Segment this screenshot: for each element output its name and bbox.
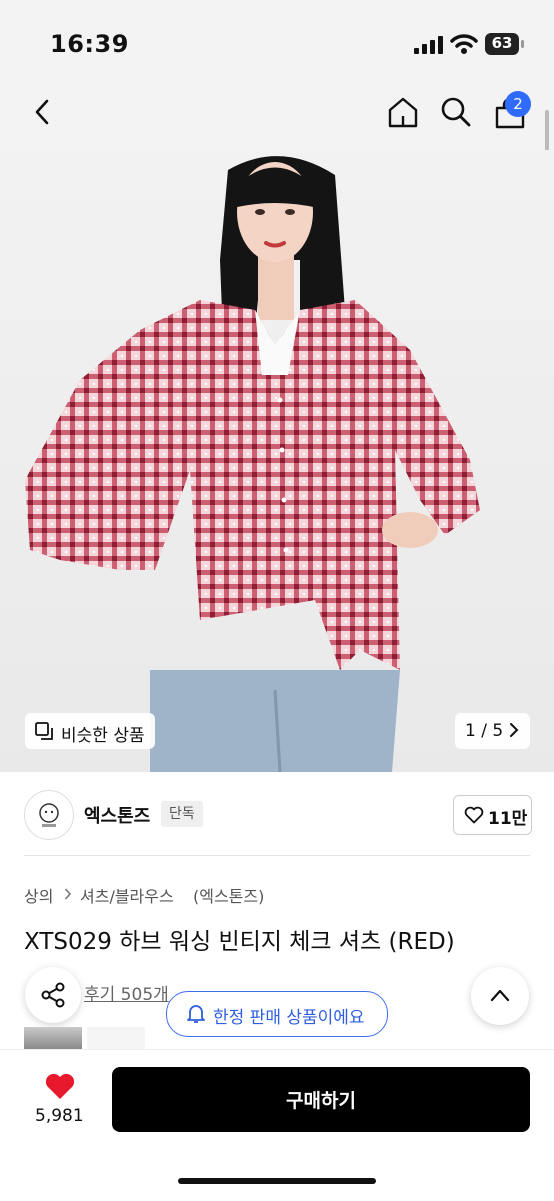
brand-like-button[interactable]: 11만	[453, 795, 532, 835]
heart-icon[interactable]	[44, 1072, 76, 1100]
brand-logo-mark	[39, 803, 59, 827]
product-image[interactable]	[0, 150, 554, 772]
limited-sale-label: 한정 판매 상품이에요	[213, 1008, 365, 1028]
pager-label: 1 / 5	[465, 721, 504, 741]
image-pager[interactable]: 1 / 5	[455, 713, 530, 749]
breadcrumb-chevron-icon	[64, 888, 72, 900]
search-icon[interactable]	[440, 96, 472, 128]
product-title: XTS029 하브 워싱 빈티지 체크 셔츠 (RED)	[24, 929, 455, 955]
battery-indicator: 63	[485, 33, 525, 55]
limited-sale-notice[interactable]: 한정 판매 상품이에요	[166, 991, 388, 1037]
cellular-signal-icon	[414, 36, 443, 54]
similar-products-label: 비슷한 상품	[61, 726, 145, 746]
divider	[24, 855, 530, 856]
home-icon[interactable]	[386, 95, 420, 129]
cart-count-badge: 2	[505, 91, 531, 117]
share-icon	[41, 982, 65, 1008]
bell-icon	[187, 1005, 205, 1023]
back-icon[interactable]	[32, 98, 52, 126]
brand-like-count: 11만	[488, 809, 528, 829]
brand-name[interactable]: 엑스톤즈	[84, 802, 150, 828]
chevron-up-icon	[490, 989, 510, 1002]
home-indicator	[178, 1178, 376, 1184]
review-link[interactable]: 후기 505개	[84, 980, 169, 1005]
heart-outline-icon	[464, 806, 484, 824]
battery-level: 63	[491, 34, 513, 52]
share-button[interactable]	[25, 967, 81, 1023]
wifi-icon	[450, 34, 478, 54]
status-time: 16:39	[50, 30, 129, 58]
review-thumbnail[interactable]	[87, 1027, 145, 1049]
brand-logo[interactable]	[24, 790, 74, 840]
breadcrumb-subcategory[interactable]: 셔츠/블라우스	[80, 883, 174, 907]
chevron-right-icon	[510, 723, 519, 737]
copy-icon	[35, 722, 53, 740]
exclusive-badge: 단독	[161, 801, 203, 827]
scroll-top-button[interactable]	[471, 967, 529, 1025]
breadcrumb-brand[interactable]: (엑스톤즈)	[193, 883, 264, 907]
wishlist-count: 5,981	[35, 1106, 84, 1126]
breadcrumb-category[interactable]: 상의	[24, 883, 53, 907]
review-thumbnail[interactable]	[24, 1027, 82, 1049]
similar-products-button[interactable]: 비슷한 상품	[25, 713, 155, 749]
buy-button[interactable]: 구매하기	[112, 1067, 530, 1132]
model-photo	[25, 156, 480, 772]
